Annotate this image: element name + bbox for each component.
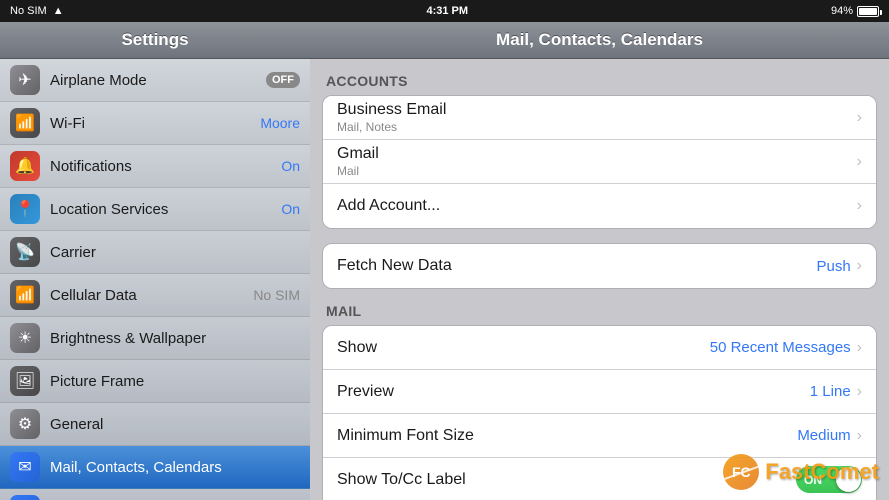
section-title-mail: Mail (322, 303, 877, 319)
section-group-fetch-new-data: Fetch New DataPush › (322, 243, 877, 289)
airplane-mode-label: Airplane Mode (50, 72, 266, 89)
brightness-wallpaper-label: Brightness & Wallpaper (50, 330, 300, 347)
preview-value: 1 Line (810, 383, 851, 400)
sidebar: Settings ✈ Airplane ModeOFF 📶 Wi-FiMoore 🔔 No… (0, 22, 310, 500)
sidebar-item-general[interactable]: ⚙ General (0, 403, 310, 446)
cellular-data-value: No SIM (253, 287, 300, 303)
sidebar-item-wifi[interactable]: 📶 Wi-FiMoore (0, 102, 310, 145)
fetch-new-data-row-chevron: › (857, 257, 862, 275)
location-services-label: Location Services (50, 201, 281, 218)
setting-row-add-account[interactable]: Add Account...› (323, 184, 876, 228)
section-title-accounts: Accounts (322, 73, 877, 89)
status-left: No SIM ▲ (10, 5, 64, 17)
business-email-sublabel: Mail, Notes (337, 120, 857, 134)
sidebar-item-mail-contacts-calendars[interactable]: ✉ Mail, Contacts, Calendars (0, 446, 310, 489)
right-panel: Mail, Contacts, Calendars Accounts Busine… (310, 22, 889, 500)
status-time: 4:31 PM (426, 5, 468, 17)
watermark-icon: FC (723, 454, 759, 490)
right-panel-title: Mail, Contacts, Calendars (310, 22, 889, 59)
add-account-chevron: › (857, 197, 862, 215)
setting-row-minimum-font-size[interactable]: Minimum Font SizeMedium › (323, 414, 876, 458)
sidebar-title: Settings (0, 22, 310, 59)
sidebar-item-brightness-wallpaper[interactable]: ☀ Brightness & Wallpaper (0, 317, 310, 360)
status-right: 94% (831, 5, 879, 17)
minimum-font-size-chevron: › (857, 427, 862, 445)
notifications-icon: 🔔 (10, 151, 40, 181)
brightness-wallpaper-icon: ☀ (10, 323, 40, 353)
sidebar-item-picture-frame[interactable]: 🖼 Picture Frame (0, 360, 310, 403)
wifi-icon: 📶 (10, 108, 40, 138)
business-email-label: Business Email (337, 101, 857, 119)
gmail-chevron: › (857, 153, 862, 171)
sidebar-items: ✈ Airplane ModeOFF 📶 Wi-FiMoore 🔔 Notificatio… (0, 59, 310, 500)
section-group-accounts: Business EmailMail, Notes›GmailMail›Add … (322, 95, 877, 229)
wifi-icon: ▲ (53, 5, 64, 17)
sidebar-item-airplane-mode[interactable]: ✈ Airplane ModeOFF (0, 59, 310, 102)
business-email-chevron: › (857, 109, 862, 127)
cellular-data-label: Cellular Data (50, 287, 253, 304)
airplane-mode-icon: ✈ (10, 65, 40, 95)
main-area: Settings ✈ Airplane ModeOFF 📶 Wi-FiMoore 🔔 No… (0, 22, 889, 500)
sidebar-item-safari[interactable]: 🧭Safari (0, 489, 310, 500)
minimum-font-size-label: Minimum Font Size (337, 427, 797, 445)
gmail-label: Gmail (337, 145, 857, 163)
notifications-label: Notifications (50, 158, 281, 175)
watermark-comet: Comet (811, 459, 879, 484)
right-content: AccountsBusiness EmailMail, Notes›GmailM… (310, 59, 889, 500)
watermark: FC FastComet (723, 454, 879, 490)
setting-row-fetch-new-data-row[interactable]: Fetch New DataPush › (323, 244, 876, 288)
sidebar-item-carrier[interactable]: 📡 Carrier (0, 231, 310, 274)
gmail-sublabel: Mail (337, 164, 857, 178)
setting-row-gmail[interactable]: GmailMail› (323, 140, 876, 184)
status-bar: No SIM ▲ 4:31 PM 94% (0, 0, 889, 22)
carrier-label: Carrier (50, 244, 300, 261)
cellular-data-icon: 📶 (10, 280, 40, 310)
preview-label: Preview (337, 383, 810, 401)
location-services-icon: 📍 (10, 194, 40, 224)
general-icon: ⚙ (10, 409, 40, 439)
sidebar-item-notifications[interactable]: 🔔 NotificationsOn (0, 145, 310, 188)
notifications-value: On (281, 158, 300, 174)
setting-row-preview[interactable]: Preview1 Line › (323, 370, 876, 414)
fetch-new-data-row-label: Fetch New Data (337, 257, 816, 275)
battery-icon (857, 6, 879, 17)
picture-frame-icon: 🖼 (10, 366, 40, 396)
watermark-fast: Fast (765, 459, 810, 484)
carrier-label: No SIM (10, 5, 47, 17)
location-services-value: On (281, 201, 300, 217)
airplane-mode-value: OFF (266, 72, 300, 88)
mail-contacts-calendars-label: Mail, Contacts, Calendars (50, 459, 300, 476)
wifi-label: Wi-Fi (50, 115, 260, 132)
sidebar-item-cellular-data[interactable]: 📶 Cellular DataNo SIM (0, 274, 310, 317)
wifi-value: Moore (260, 115, 300, 131)
show-chevron: › (857, 339, 862, 357)
minimum-font-size-value: Medium (797, 427, 850, 444)
show-label: Show (337, 339, 710, 357)
carrier-icon: 📡 (10, 237, 40, 267)
preview-chevron: › (857, 383, 862, 401)
setting-row-business-email[interactable]: Business EmailMail, Notes› (323, 96, 876, 140)
add-account-label: Add Account... (337, 197, 857, 215)
picture-frame-label: Picture Frame (50, 373, 300, 390)
safari-icon: 🧭 (10, 495, 40, 500)
fetch-new-data-row-value: Push (816, 258, 850, 275)
battery-label: 94% (831, 5, 853, 17)
sidebar-item-location-services[interactable]: 📍 Location ServicesOn (0, 188, 310, 231)
show-value: 50 Recent Messages (710, 339, 851, 356)
setting-row-show[interactable]: Show50 Recent Messages › (323, 326, 876, 370)
mail-contacts-calendars-icon: ✉ (10, 452, 40, 482)
watermark-label: FastComet (765, 459, 879, 485)
general-label: General (50, 416, 300, 433)
